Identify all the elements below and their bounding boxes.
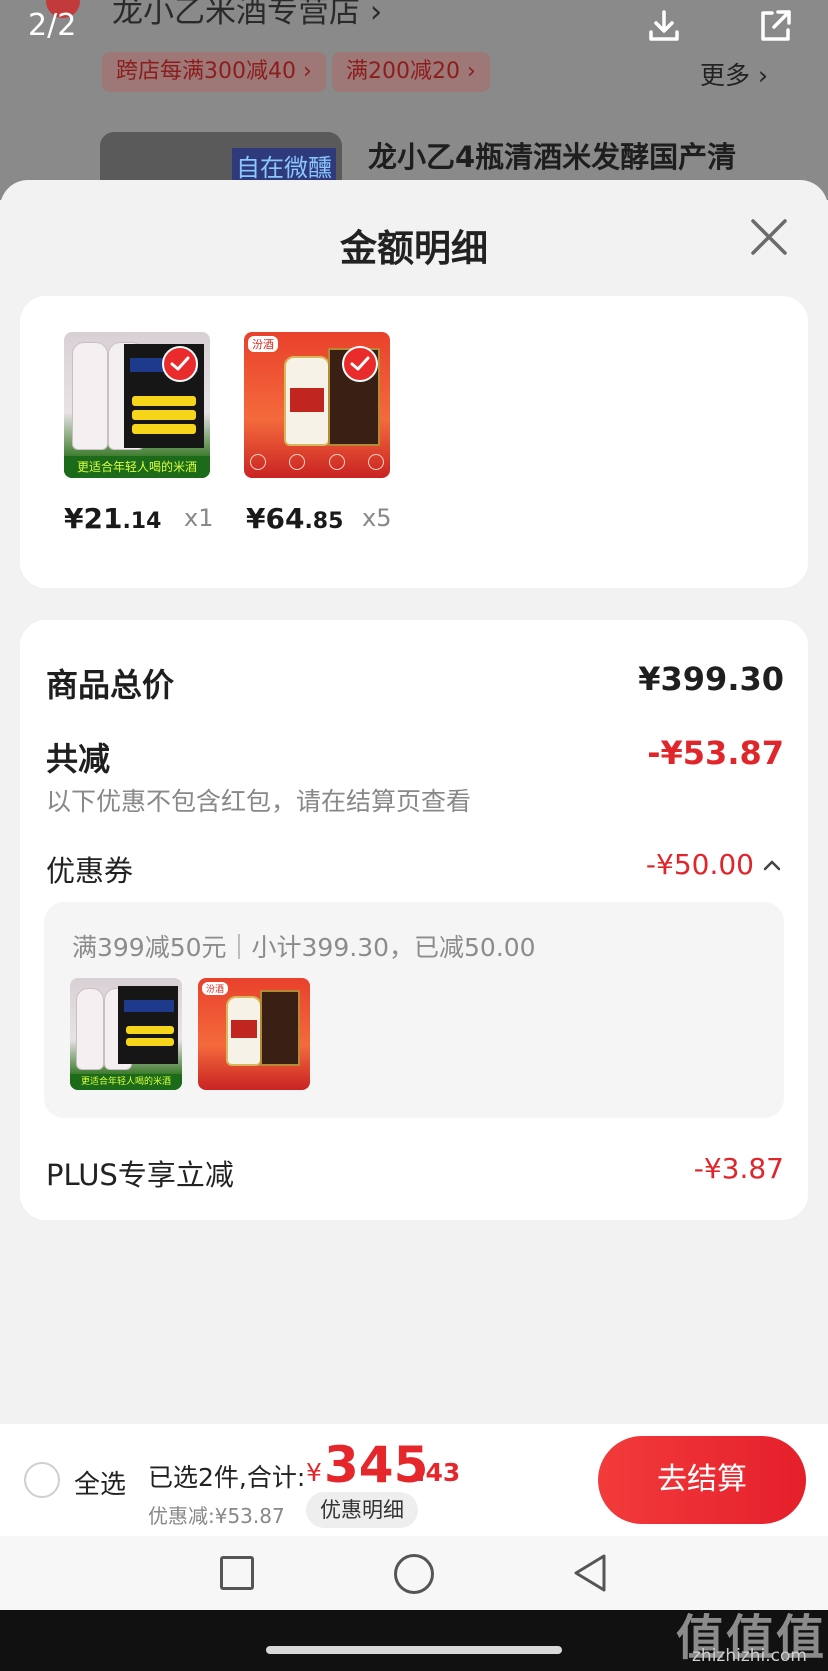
store-name[interactable]: 龙小乙米酒专营店 › xyxy=(112,0,382,31)
background-page: 龙小乙米酒专营店 › 2/2 跨店每满300减40 › 满200减20 › 更多… xyxy=(0,0,828,200)
recent-apps-icon[interactable] xyxy=(220,1556,254,1590)
discount-detail-button[interactable]: 优惠明细 xyxy=(306,1492,418,1528)
promo-tag-store[interactable]: 满200减20 › xyxy=(332,52,490,92)
coupon-label: 优惠券 xyxy=(46,854,134,888)
item-quantity: x5 xyxy=(362,504,392,532)
total-currency: ¥ xyxy=(306,1458,322,1487)
close-icon[interactable] xyxy=(748,216,790,258)
item-price: ¥21.14 xyxy=(64,502,162,535)
reduce-value: -¥53.87 xyxy=(647,734,784,772)
total-value: ¥399.30 xyxy=(638,660,784,698)
coupon-item-fenjiu: 汾酒 xyxy=(198,978,310,1090)
promo-tag-cross-store[interactable]: 跨店每满300减40 › xyxy=(102,52,326,92)
product-slogan: 更适合年轻人喝的米酒 xyxy=(64,456,210,478)
page-indicator: 2/2 xyxy=(28,8,77,43)
item-price: ¥64.85 xyxy=(246,502,344,535)
product-title[interactable]: 龙小乙4瓶清酒米发酵国产清 xyxy=(368,134,736,176)
brand-tag: 汾酒 xyxy=(248,336,278,352)
selected-check-icon xyxy=(162,346,198,382)
share-icon[interactable] xyxy=(756,6,796,46)
home-indicator[interactable] xyxy=(266,1646,562,1654)
total-amount: 345 xyxy=(324,1436,429,1494)
chevron-up-icon[interactable] xyxy=(762,858,782,872)
coupon-item-rice-wine: 更适合年轻人喝的米酒 xyxy=(70,978,182,1090)
more-link[interactable]: 更多 › xyxy=(700,56,768,92)
brand-tag: 汾酒 xyxy=(202,982,229,995)
breakdown-card: 商品总价 ¥399.30 共减 -¥53.87 以下优惠不包含红包，请在结算页查… xyxy=(20,620,808,1220)
plus-label: PLUS专享立减 xyxy=(46,1158,234,1192)
watermark-url: zhizhizhi.com xyxy=(692,1646,807,1666)
selected-check-icon xyxy=(342,346,378,382)
sheet-title: 金额明细 xyxy=(340,227,488,270)
coupon-rule: 满399减50元｜小计399.30，已减50.00 xyxy=(72,933,536,962)
reduce-label: 共减 xyxy=(46,740,111,778)
gesture-area: 值值值 zhizhizhi.com xyxy=(0,1610,828,1671)
download-icon[interactable] xyxy=(644,6,684,46)
thumbnail-tag: 自在微醺 xyxy=(232,148,336,183)
home-icon[interactable] xyxy=(394,1554,434,1594)
plus-value: -¥3.87 xyxy=(693,1152,784,1185)
checkout-bar: 全选 已选2件,合计: ¥ 345 .43 优惠减:¥53.87 优惠明细 去结… xyxy=(0,1424,828,1536)
checkout-button[interactable]: 去结算 xyxy=(598,1436,806,1524)
amount-detail-sheet: 金额明细 更适合年轻人喝的米酒 汾酒 ¥21.14 x1 ¥64.85 x5 商… xyxy=(0,180,828,1424)
back-icon[interactable] xyxy=(570,1552,610,1594)
coupon-detail-box: 满399减50元｜小计399.30，已减50.00 更适合年轻人喝的米酒 汾酒 xyxy=(44,902,784,1118)
select-all-label[interactable]: 全选 xyxy=(74,1464,126,1501)
discount-summary: 优惠减:¥53.87 xyxy=(148,1504,285,1528)
total-label: 商品总价 xyxy=(46,666,175,704)
coupon-value[interactable]: -¥50.00 xyxy=(646,848,754,881)
total-cents: .43 xyxy=(416,1458,461,1487)
reduce-note: 以下优惠不包含红包，请在结算页查看 xyxy=(46,787,472,816)
selected-summary: 已选2件,合计: xyxy=(148,1463,306,1492)
select-all-radio[interactable] xyxy=(24,1462,60,1498)
item-quantity: x1 xyxy=(184,504,214,532)
products-card: 更适合年轻人喝的米酒 汾酒 ¥21.14 x1 ¥64.85 x5 xyxy=(20,296,808,588)
product-slogan: 更适合年轻人喝的米酒 xyxy=(70,1074,182,1090)
